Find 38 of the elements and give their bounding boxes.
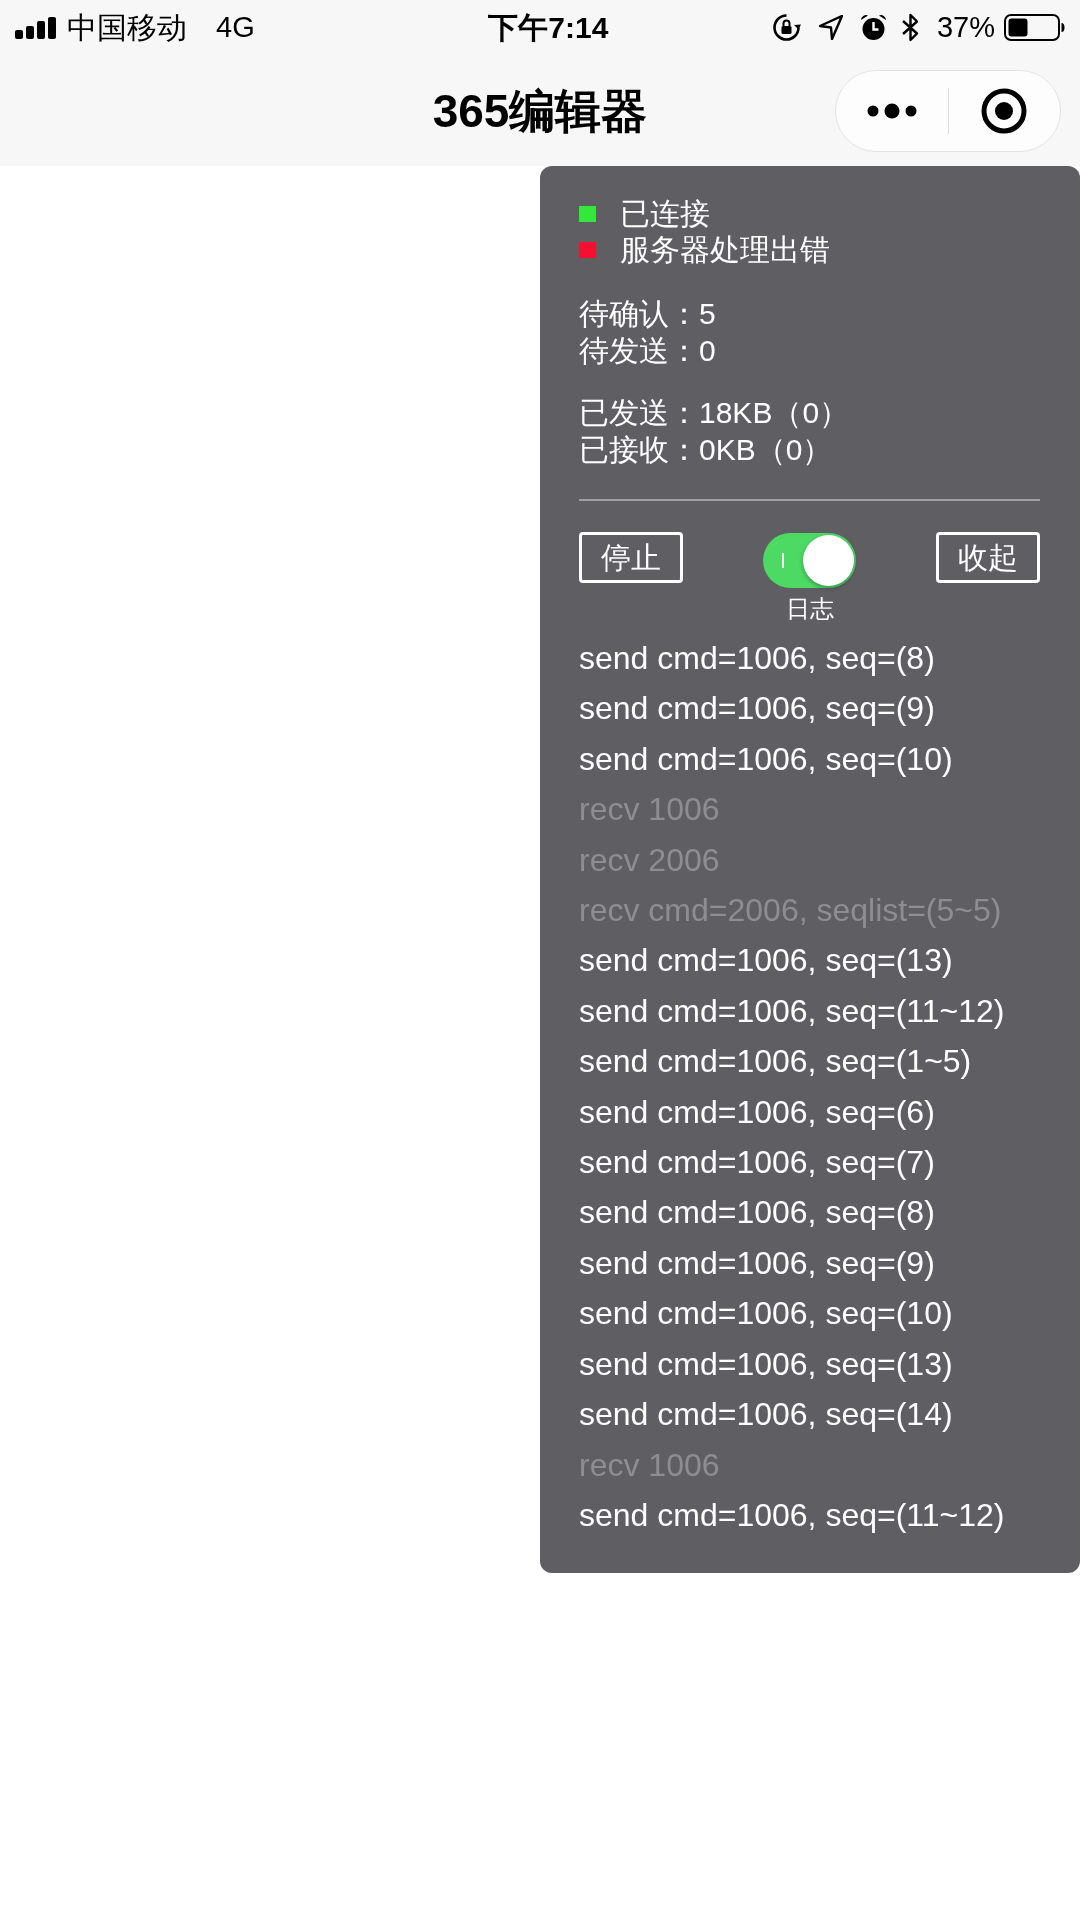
network-type: 4G xyxy=(216,13,255,42)
connection-status: 已连接 xyxy=(620,196,710,232)
log-line: send cmd=1006, seq=(9) xyxy=(579,1243,935,1283)
log-line: send cmd=1006, seq=(11~12) xyxy=(579,991,1005,1031)
location-arrow-icon xyxy=(818,15,843,40)
toggle-label: 日志 xyxy=(785,595,834,623)
log-line: send cmd=1006, seq=(1~5) xyxy=(579,1042,972,1082)
traffic-stat: 已接收：0KB（0） xyxy=(579,432,834,468)
log-line: send cmd=1006, seq=(8) xyxy=(579,639,935,678)
queue-count: 待发送：0 xyxy=(579,333,717,369)
target-icon xyxy=(981,87,1028,134)
log-line: send cmd=1006, seq=(8) xyxy=(579,1193,935,1233)
toggle-thumb xyxy=(803,535,854,586)
bluetooth-icon xyxy=(900,13,920,42)
clock-time: 下午7:14 xyxy=(488,12,609,43)
log-line: send cmd=1006, seq=(10) xyxy=(579,739,953,779)
more-dots-icon xyxy=(866,102,917,119)
log-line: send cmd=1006, seq=(6) xyxy=(579,1092,935,1132)
traffic-stat: 已发送：18KB（0） xyxy=(579,395,851,431)
rotation-lock-icon xyxy=(771,13,801,42)
connection-status: 服务器处理出错 xyxy=(620,232,830,268)
log-toggle[interactable] xyxy=(763,533,856,588)
alarm-clock-icon xyxy=(859,14,887,41)
log-line: send cmd=1006, seq=(11~12) xyxy=(579,1495,1005,1535)
carrier-name: 中国移动 xyxy=(67,12,187,43)
queue-count: 待确认：5 xyxy=(579,296,717,332)
log-line: send cmd=1006, seq=(13) xyxy=(579,941,953,981)
log-line: send cmd=1006, seq=(10) xyxy=(579,1294,953,1334)
signal-icon xyxy=(15,16,56,39)
log-line: send cmd=1006, seq=(14) xyxy=(579,1395,953,1435)
log-line: send cmd=1006, seq=(9) xyxy=(579,689,935,729)
battery-percent: 37% xyxy=(936,13,995,42)
log-line: send cmd=1006, seq=(7) xyxy=(579,1143,935,1183)
stop-button[interactable]: 停止 xyxy=(579,532,683,583)
battery-icon xyxy=(1004,14,1065,41)
log-line: send cmd=1006, seq=(13) xyxy=(579,1344,953,1384)
collapse-button[interactable]: 收起 xyxy=(936,532,1040,583)
page-title: 365编辑器 xyxy=(432,87,648,134)
